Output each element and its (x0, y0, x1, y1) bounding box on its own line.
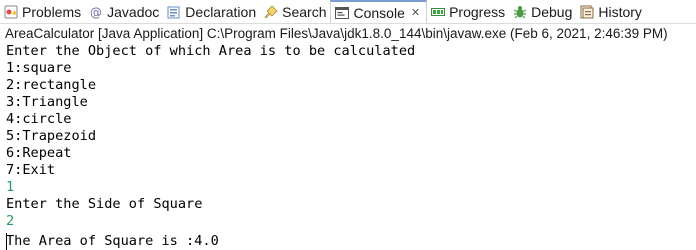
console-icon (335, 6, 350, 19)
view-tab-bar: Problems @ Javadoc Declaration Search Co… (0, 0, 696, 24)
tab-declaration[interactable]: Declaration (163, 0, 260, 23)
problems-icon (4, 5, 18, 18)
console-line: 7:Exit (6, 162, 56, 178)
tab-problems-label: Problems (22, 3, 82, 20)
tab-history[interactable]: History (576, 0, 646, 23)
tab-search-label: Search (282, 3, 327, 20)
tab-debug-label: Debug (531, 3, 573, 20)
tab-progress[interactable]: Progress (427, 0, 509, 23)
history-icon (580, 5, 594, 18)
console-description: AreaCalculator [Java Application] C:\Pro… (0, 24, 696, 43)
tab-declaration-label: Declaration (185, 3, 257, 20)
console-output[interactable]: Enter the Object of which Area is to be … (0, 43, 696, 250)
tab-debug[interactable]: Debug (509, 0, 576, 23)
svg-text:@: @ (90, 5, 102, 19)
console-line: Enter the Object of which Area is to be … (6, 43, 416, 59)
tab-history-label: History (598, 3, 642, 20)
tab-problems[interactable]: Problems (0, 0, 85, 23)
close-icon[interactable]: ✕ (411, 6, 420, 19)
console-line: 2:rectangle (6, 77, 97, 93)
console-line: 4:circle (6, 111, 72, 127)
tab-progress-label: Progress (449, 3, 506, 20)
console-input-line: 1 (6, 179, 15, 195)
tab-console-label: Console (353, 4, 405, 21)
progress-icon (431, 7, 446, 16)
tab-javadoc[interactable]: @ Javadoc (85, 0, 163, 23)
console-line: 6:Repeat (6, 145, 72, 161)
tab-search[interactable]: Search (260, 0, 330, 23)
tab-console[interactable]: Console ✕ (330, 0, 428, 23)
javadoc-icon: @ (90, 5, 102, 19)
console-line: 3:Triangle (6, 94, 88, 110)
console-line: Enter the Side of Square (6, 196, 203, 212)
console-line: 1:square (6, 60, 72, 76)
debug-icon (513, 5, 527, 18)
console-line: 5:Trapezoid (6, 128, 97, 144)
text-cursor (6, 233, 7, 250)
search-icon (264, 5, 278, 18)
console-line: The Area of Square is :4.0 (6, 233, 219, 249)
declaration-icon (167, 6, 180, 18)
console-input-line: 2 (6, 213, 15, 229)
tab-javadoc-label: Javadoc (107, 3, 160, 20)
